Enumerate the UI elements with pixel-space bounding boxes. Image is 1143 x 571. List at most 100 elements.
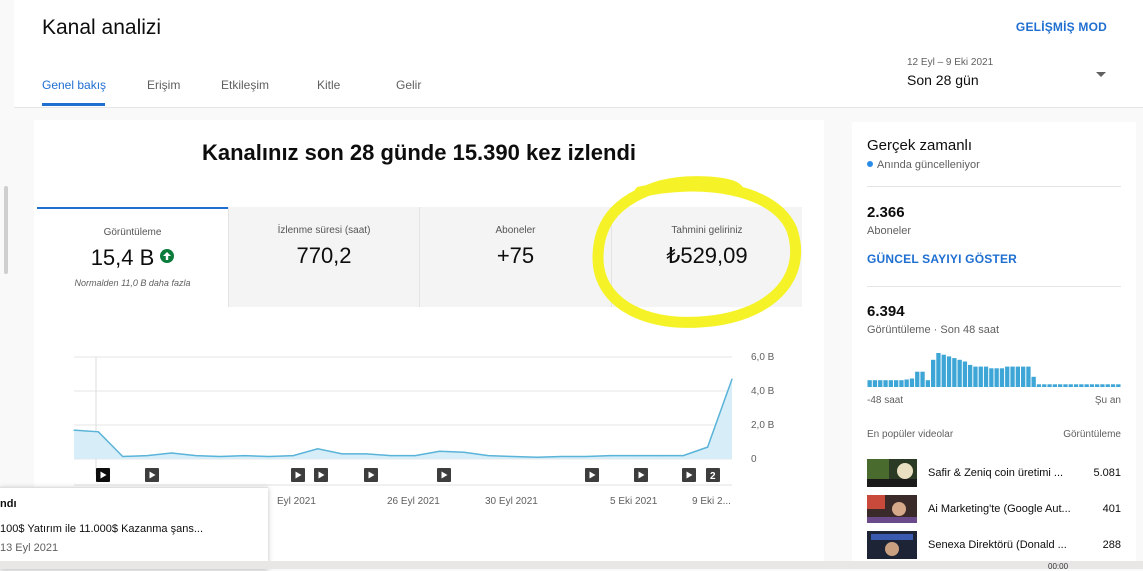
video-thumbnail[interactable]	[867, 531, 917, 559]
realtime-bar[interactable]	[931, 359, 936, 387]
realtime-bar[interactable]	[989, 368, 994, 387]
metric-watch-time[interactable]: İzlenme süresi (saat) 770,2	[228, 207, 419, 307]
tab-revenue[interactable]: Gelir	[396, 78, 421, 92]
metric-views[interactable]: Görüntüleme 15,4 B Normalden 11,0 B daha…	[37, 207, 228, 307]
video-marker-icon[interactable]	[634, 468, 648, 482]
video-marker-icon[interactable]	[291, 468, 305, 482]
overview-headline: Kanalınız son 28 günde 15.390 kez izlend…	[201, 140, 637, 165]
realtime-bar[interactable]	[946, 356, 952, 387]
realtime-bar[interactable]	[936, 353, 941, 387]
realtime-bar[interactable]	[894, 380, 899, 387]
realtime-bar[interactable]	[1005, 366, 1010, 387]
page-title: Kanal analizi	[42, 16, 162, 39]
data-point	[658, 455, 660, 457]
realtime-bar[interactable]	[1010, 366, 1015, 387]
realtime-bar[interactable]	[1026, 366, 1031, 387]
realtime-bar[interactable]	[925, 380, 930, 387]
realtime-bar[interactable]	[1058, 384, 1063, 387]
realtime-bar[interactable]	[1031, 376, 1036, 387]
realtime-bar[interactable]	[1084, 384, 1089, 387]
data-point	[341, 453, 343, 455]
metric-label: Aboneler	[495, 225, 536, 236]
video-marker-icon[interactable]: 2	[706, 468, 720, 482]
realtime-bar[interactable]	[872, 380, 878, 387]
realtime-bar[interactable]	[1068, 384, 1073, 387]
realtime-bar[interactable]	[968, 364, 973, 387]
metric-subscribers[interactable]: Aboneler +75	[419, 207, 611, 307]
realtime-bar[interactable]	[920, 371, 925, 387]
scrollbar-thumb[interactable]	[4, 186, 8, 274]
realtime-bar[interactable]	[1116, 384, 1121, 387]
realtime-bar[interactable]	[957, 359, 962, 387]
tab-reach[interactable]: Erişim	[147, 78, 180, 92]
top-video-row[interactable]: Ai Marketing'te (Google Aut... 401	[867, 495, 1121, 525]
realtime-bar[interactable]	[999, 368, 1005, 387]
realtime-bar[interactable]	[994, 368, 999, 387]
realtime-bar[interactable]	[978, 366, 983, 387]
video-thumbnail[interactable]	[867, 495, 917, 523]
video-thumbnail[interactable]	[867, 459, 917, 487]
video-marker-icon[interactable]	[437, 468, 451, 482]
advanced-mode-link[interactable]: GELİŞMİŞ MOD	[1016, 20, 1107, 34]
data-point	[560, 455, 563, 458]
realtime-bar[interactable]	[888, 380, 893, 387]
realtime-bar[interactable]	[1015, 366, 1020, 387]
realtime-bar[interactable]	[1100, 384, 1105, 387]
show-live-count-button[interactable]: GÜNCEL SAYIYI GÖSTER	[867, 252, 1017, 266]
realtime-bar[interactable]	[952, 358, 957, 387]
realtime-bar[interactable]	[915, 371, 920, 387]
data-point	[633, 455, 636, 457]
metric-value: 15,4 B	[37, 245, 228, 271]
y-tick-label: 0	[751, 454, 757, 465]
realtime-bar[interactable]	[1105, 384, 1110, 387]
metric-value: 770,2	[296, 243, 352, 268]
top-video-row[interactable]: Senexa Direktörü (Donald ... 288	[867, 531, 1121, 561]
realtime-bar[interactable]	[1089, 384, 1095, 387]
x-tick-label: 30 Eyl 2021	[485, 496, 538, 507]
metric-revenue[interactable]: Tahmini geliriniz ₺529,09	[611, 207, 802, 307]
video-marker-icon[interactable]	[585, 468, 599, 482]
realtime-bar-chart[interactable]	[867, 349, 1121, 387]
date-range-dates: 12 Eyl – 9 Eki 2021	[907, 57, 994, 68]
realtime-bar[interactable]	[1073, 384, 1079, 387]
realtime-bar[interactable]	[1036, 384, 1042, 387]
date-range-selector[interactable]: 12 Eyl – 9 Eki 2021 Son 28 gün	[907, 57, 993, 88]
tab-engagement[interactable]: Etkileşim	[221, 78, 269, 92]
realtime-bar[interactable]	[973, 366, 978, 387]
video-marker-icon[interactable]	[364, 468, 378, 482]
mini-axis-right: Şu an	[1094, 395, 1121, 406]
chevron-down-icon[interactable]	[1096, 72, 1106, 77]
data-point	[463, 451, 465, 453]
realtime-bar[interactable]	[941, 354, 946, 387]
video-marker-icon[interactable]	[314, 468, 328, 482]
top-video-row[interactable]: Safir & Zeniq coin üretimi ... 5.081	[867, 459, 1121, 489]
realtime-bar[interactable]	[899, 380, 904, 387]
realtime-bar[interactable]	[878, 380, 883, 387]
data-point	[97, 431, 99, 433]
realtime-bar[interactable]	[962, 361, 968, 388]
tab-overview[interactable]: Genel bakış	[42, 78, 106, 92]
realtime-bar[interactable]	[1052, 384, 1057, 387]
realtime-bar[interactable]	[1042, 384, 1047, 387]
views-chart[interactable]: 0 2,0 B 4,0 B 6,0 B 2	[34, 345, 814, 495]
realtime-bar[interactable]	[1079, 384, 1084, 387]
realtime-bar[interactable]	[883, 380, 888, 387]
metric-label: Tahmini geliriniz	[671, 225, 743, 236]
realtime-bar[interactable]	[1047, 384, 1052, 387]
video-views: 401	[1102, 503, 1121, 515]
data-point	[170, 452, 173, 454]
video-marker-icon[interactable]	[145, 468, 159, 482]
video-marker-icon[interactable]	[682, 468, 696, 482]
realtime-bar[interactable]	[1021, 366, 1026, 387]
tab-audience[interactable]: Kitle	[317, 78, 340, 92]
realtime-bar[interactable]	[867, 380, 872, 387]
realtime-bar[interactable]	[909, 378, 915, 388]
realtime-bar[interactable]	[904, 379, 909, 388]
realtime-bar[interactable]	[983, 366, 989, 387]
realtime-bar[interactable]	[1095, 384, 1100, 387]
x-tick-label: 9 Eki 2...	[692, 496, 731, 507]
realtime-bar[interactable]	[1110, 384, 1116, 387]
video-marker-icon[interactable]	[96, 468, 110, 482]
realtime-bar[interactable]	[1063, 384, 1068, 387]
views-48h-label: Görüntüleme · Son 48 saat	[867, 324, 1000, 336]
